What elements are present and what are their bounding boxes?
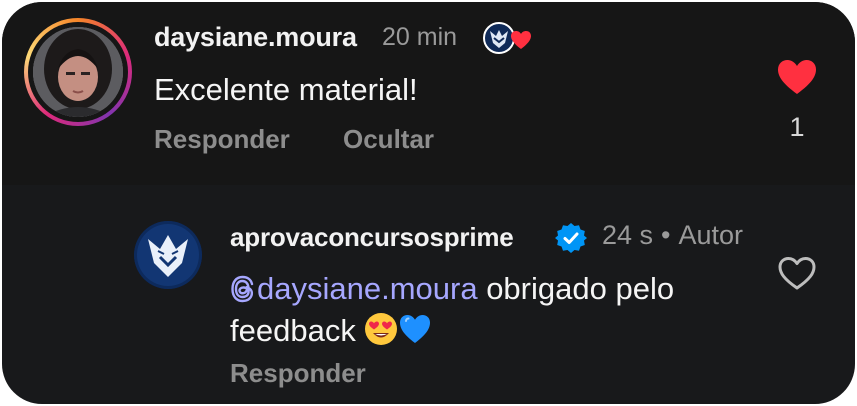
mention-username: daysiane.moura xyxy=(257,271,478,306)
like-count: 1 xyxy=(789,112,805,142)
threads-icon xyxy=(230,272,255,303)
reply-avatar[interactable] xyxy=(134,221,202,289)
reply-button[interactable]: Responder xyxy=(230,358,366,389)
reply-username[interactable]: aprovaconcursosprime xyxy=(230,222,514,253)
reply-timestamp: 24 s xyxy=(602,220,654,250)
liked-by-author-icon xyxy=(483,21,535,55)
comment-thread-card: daysiane.moura 20 min Excelente material… xyxy=(2,2,855,404)
reply-text: daysiane.moura obrigado pelo feedback xyxy=(230,268,770,352)
like-heart-filled-icon[interactable] xyxy=(776,58,818,96)
reply-button[interactable]: Responder xyxy=(154,124,290,155)
hide-button[interactable]: Ocultar xyxy=(343,124,434,155)
heart-eyes-emoji-icon xyxy=(364,312,398,346)
avatar xyxy=(33,27,123,117)
author-label: Autor xyxy=(678,220,744,250)
like-heart-outline-icon[interactable] xyxy=(777,255,817,291)
blue-heart-emoji-icon xyxy=(398,312,432,346)
verified-badge-icon xyxy=(555,222,587,254)
avatar-story-ring[interactable] xyxy=(24,18,132,126)
comment-item: daysiane.moura 20 min Excelente material… xyxy=(2,2,855,185)
comment-timestamp: 20 min xyxy=(382,23,458,51)
comment-text: Excelente material! xyxy=(154,72,418,107)
meta-separator: • xyxy=(661,220,671,250)
mention-link[interactable]: daysiane.moura xyxy=(230,271,478,306)
comment-username[interactable]: daysiane.moura xyxy=(154,22,357,53)
reply-meta: 24 s • Autor xyxy=(602,220,743,251)
